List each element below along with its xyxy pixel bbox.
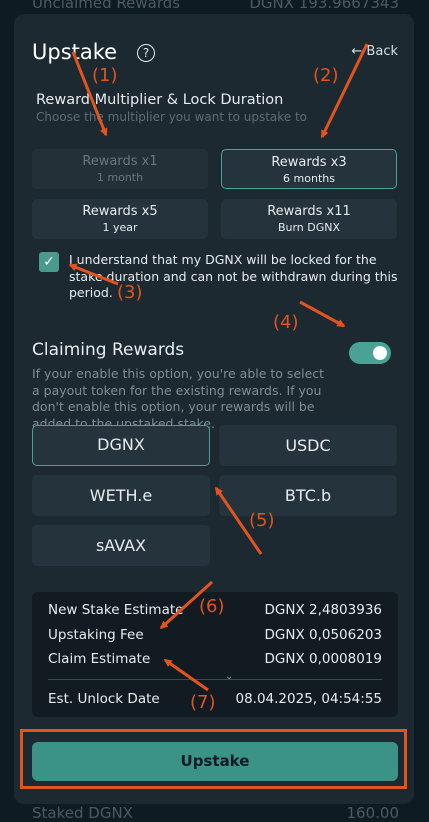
summary-divider — [48, 679, 382, 680]
multiplier-duration: 6 months — [283, 172, 335, 185]
multiplier-label: Rewards x5 — [82, 204, 158, 219]
background-staked-label: Staked DGNX — [32, 804, 133, 822]
help-icon[interactable]: ? — [137, 44, 155, 62]
annotation-label-7: (7) — [190, 692, 216, 713]
unlock-date-value: 08.04.2025, 04:54:55 — [235, 691, 382, 707]
annotation-label-2: (2) — [313, 65, 339, 86]
claiming-rewards-description: If your enable this option, you're able … — [32, 366, 325, 431]
summary-label: Claim Estimate — [48, 651, 151, 667]
unlock-date-label: Est. Unlock Date — [48, 691, 160, 707]
background-unclaimed-value: DGNX 193.9667343 — [249, 0, 399, 12]
background-staked-row: Staked DGNX 160.00 — [32, 804, 399, 822]
multiplier-section-subtitle: Choose the multiplier you want to upstak… — [36, 110, 308, 124]
annotation-label-4: (4) — [273, 312, 299, 333]
annotation-label-5: (5) — [249, 510, 275, 531]
annotation-label-6: (6) — [199, 596, 225, 617]
multiplier-option-x11[interactable]: Rewards x11 Burn DGNX — [221, 199, 397, 239]
summary-value: DGNX 2,4803936 — [264, 602, 383, 618]
upstake-modal: Upstake ? ← Back Reward Multiplier & Loc… — [14, 14, 414, 804]
summary-row: Upstaking Fee DGNX 0,0506203 — [48, 627, 382, 643]
summary-label: Upstaking Fee — [48, 627, 144, 643]
token-option-savax[interactable]: sAVAX — [32, 525, 210, 566]
multiplier-option-x3[interactable]: Rewards x3 6 months — [221, 149, 397, 189]
background-staked-value: 160.00 — [346, 804, 400, 822]
annotation-label-1: (1) — [92, 65, 118, 86]
token-option-btcb[interactable]: BTC.b — [219, 475, 397, 516]
background-unclaimed-row: Unclaimed Rewards DGNX 193.9667343 — [32, 0, 399, 12]
upstake-button[interactable]: Upstake — [32, 742, 398, 781]
token-option-weth[interactable]: WETH.e — [32, 475, 210, 516]
multiplier-option-x1: Rewards x1 1 month — [32, 149, 208, 189]
multiplier-label: Rewards x11 — [267, 204, 351, 219]
claiming-rewards-toggle[interactable] — [349, 342, 391, 364]
token-option-usdc[interactable]: USDC — [219, 425, 397, 466]
multiplier-label: Rewards x3 — [271, 155, 347, 170]
back-button[interactable]: ← Back — [351, 44, 398, 59]
multiplier-section-title: Reward Multiplier & Lock Duration — [36, 92, 284, 108]
multiplier-option-x5[interactable]: Rewards x5 1 year — [32, 199, 208, 239]
multiplier-duration: 1 month — [96, 171, 144, 184]
summary-label: New Stake Estimate — [48, 602, 184, 618]
multiplier-duration: Burn DGNX — [277, 221, 341, 234]
consent-checkbox[interactable]: ✓ — [39, 252, 59, 272]
claiming-rewards-title: Claiming Rewards — [32, 340, 185, 360]
modal-title: Upstake — [32, 40, 118, 64]
token-option-dgnx[interactable]: DGNX — [32, 425, 210, 466]
toggle-knob — [373, 346, 387, 360]
summary-row: Claim Estimate DGNX 0,0008019 — [48, 651, 382, 667]
multiplier-label: Rewards x1 — [82, 154, 158, 169]
annotation-label-3: (3) — [117, 282, 143, 303]
background-unclaimed-label: Unclaimed Rewards — [32, 0, 181, 12]
multiplier-duration: 1 year — [102, 221, 138, 234]
summary-value: DGNX 0,0506203 — [264, 627, 383, 643]
summary-value: DGNX 0,0008019 — [264, 651, 383, 667]
expand-chevron-icon[interactable]: ⌄ — [225, 671, 233, 682]
